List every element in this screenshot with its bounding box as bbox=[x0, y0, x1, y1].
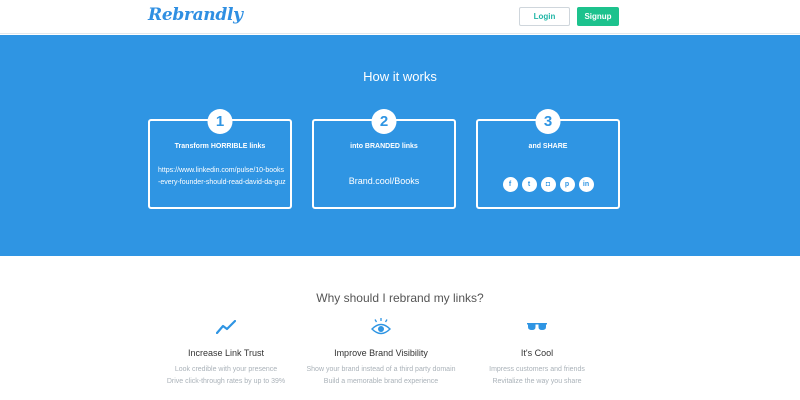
step-number-badge: 1 bbox=[207, 109, 233, 134]
why-rebrand-title: Why should I rebrand my links? bbox=[316, 291, 484, 305]
how-it-works-section: How it works 1 Transform HORRIBLE links … bbox=[0, 35, 800, 256]
how-it-works-title: How it works bbox=[363, 69, 437, 84]
feature-description: Show your brand instead of a third party… bbox=[306, 366, 456, 373]
feature-description: Impress customers and friends bbox=[489, 366, 585, 373]
feature-description: Drive click-through rates by up to 39% bbox=[166, 378, 286, 385]
step-number-badge: 3 bbox=[535, 109, 561, 134]
rebrandly-logo[interactable]: Rebrandly bbox=[148, 5, 243, 25]
instagram-icon[interactable]: ◘ bbox=[540, 177, 556, 192]
step-3-card: 3 and SHARE f t ◘ p in bbox=[476, 109, 620, 209]
facebook-icon[interactable]: f bbox=[502, 177, 518, 192]
feature-title: Improve Brand Visibility bbox=[334, 348, 428, 358]
top-navbar: Rebrandly Login Signup bbox=[0, 0, 800, 34]
feature-link-trust: Increase Link Trust Look credible with y… bbox=[141, 318, 311, 388]
feature-its-cool: It's Cool Impress customers and friends … bbox=[452, 318, 622, 388]
step-title: Transform HORRIBLE links bbox=[174, 143, 266, 150]
step-1-card: 1 Transform HORRIBLE links https://www.l… bbox=[148, 109, 292, 209]
social-share-icons: f t ◘ p in bbox=[478, 177, 618, 192]
trend-up-icon bbox=[141, 318, 311, 336]
step-title: into BRANDED links bbox=[350, 143, 418, 150]
signup-button[interactable]: Signup bbox=[577, 7, 619, 26]
eye-icon bbox=[296, 318, 466, 336]
feature-title: Increase Link Trust bbox=[187, 348, 265, 358]
feature-description: Look credible with your presence bbox=[174, 366, 278, 373]
sunglasses-icon bbox=[452, 318, 622, 336]
pinterest-icon[interactable]: p bbox=[559, 177, 575, 192]
feature-brand-visibility: Improve Brand Visibility Show your brand… bbox=[296, 318, 466, 388]
feature-description: Build a memorable brand experience bbox=[323, 378, 439, 385]
login-button[interactable]: Login bbox=[519, 7, 570, 26]
branded-link-example: Brand.cool/Books bbox=[348, 176, 420, 186]
linkedin-icon[interactable]: in bbox=[578, 177, 594, 192]
step-2-card: 2 into BRANDED links Brand.cool/Books bbox=[312, 109, 456, 209]
twitter-icon[interactable]: t bbox=[521, 177, 537, 192]
feature-description: Revitalize the way you share bbox=[492, 378, 582, 385]
step-title: and SHARE bbox=[528, 143, 568, 150]
step-number-badge: 2 bbox=[371, 109, 397, 134]
long-url-example: https://www.linkedin.com/pulse/10-books-… bbox=[158, 167, 286, 186]
feature-title: It's Cool bbox=[520, 348, 554, 358]
